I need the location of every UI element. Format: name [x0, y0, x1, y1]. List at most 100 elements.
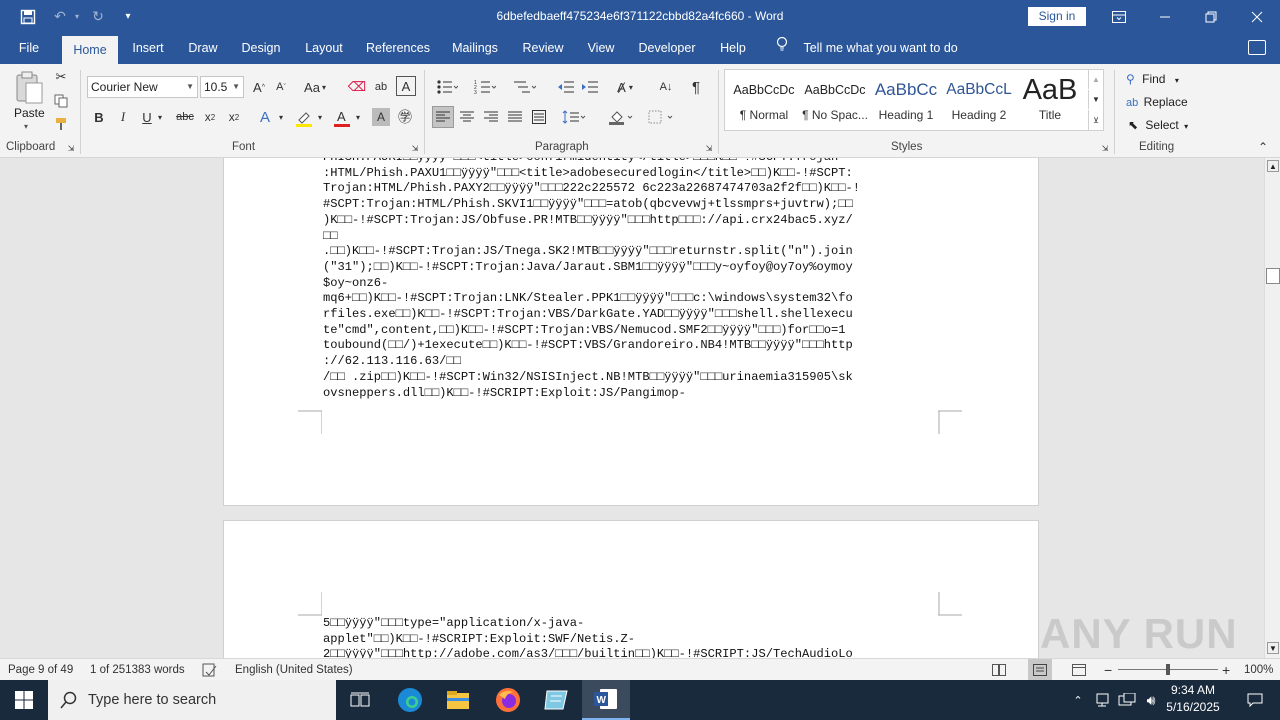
save-icon[interactable]: [12, 0, 44, 33]
page2-line[interactable]: 2□□ÿÿÿÿ"□□□http://adobe.com/as3/□□□/buil…: [323, 647, 853, 658]
bold-icon[interactable]: B: [89, 107, 109, 127]
font-color-icon[interactable]: A: [331, 107, 353, 129]
subscript-icon[interactable]: x2: [200, 107, 220, 127]
sort-icon[interactable]: A↓: [656, 76, 676, 98]
print-layout-icon[interactable]: [1028, 659, 1052, 681]
tab-design[interactable]: Design: [234, 33, 288, 64]
page-10-text[interactable]: 5□□ÿÿÿÿ"□□□type="application/x-java-appl…: [323, 616, 853, 658]
page2-line[interactable]: applet"□□)K□□-!#SCRIPT:Exploit:SWF/Netis…: [323, 632, 853, 648]
tab-home[interactable]: Home: [62, 36, 118, 64]
page1-line[interactable]: □□: [323, 229, 860, 245]
enclose-characters-icon[interactable]: ㊫: [395, 107, 415, 127]
scroll-up-arrow-icon[interactable]: ▲: [1267, 160, 1279, 172]
font-size-combo[interactable]: 10.5 ▼: [200, 76, 244, 98]
clear-formatting-icon[interactable]: ⌫: [347, 77, 367, 97]
increase-indent-icon[interactable]: [580, 76, 600, 98]
collapse-ribbon-icon[interactable]: ⌃: [1254, 140, 1272, 154]
proofing-icon[interactable]: [202, 659, 218, 681]
zoom-thumb[interactable]: [1166, 664, 1170, 675]
character-border-icon[interactable]: A: [396, 76, 416, 96]
underline-dropdown-icon[interactable]: ▾: [155, 109, 165, 125]
tab-help[interactable]: Help: [712, 33, 754, 64]
page1-line[interactable]: #SCPT:Trojan:HTML/Phish.SKVI1□□ÿÿÿÿ"□□□=…: [323, 197, 860, 213]
highlight-icon[interactable]: [293, 107, 315, 129]
shrink-font-icon[interactable]: Aˇ: [272, 77, 290, 97]
replace-button[interactable]: ab Replace: [1126, 93, 1188, 111]
zoom-in-icon[interactable]: +: [1222, 659, 1230, 681]
highlight-dropdown-icon[interactable]: ▾: [316, 109, 324, 125]
redo-icon[interactable]: ↻: [82, 0, 114, 33]
windows-start-icon[interactable]: [0, 680, 48, 720]
show-hidden-icons-icon[interactable]: ⌃: [1068, 680, 1088, 720]
line-spacing-icon[interactable]: [558, 106, 590, 128]
decrease-indent-icon[interactable]: [556, 76, 576, 98]
bullets-icon[interactable]: [432, 76, 462, 98]
tab-references[interactable]: References: [360, 33, 436, 64]
tab-draw[interactable]: Draw: [180, 33, 226, 64]
web-layout-icon[interactable]: [1070, 659, 1088, 681]
styles-scroll-up-icon[interactable]: ▲: [1088, 70, 1103, 89]
close-button[interactable]: [1234, 0, 1280, 33]
show-formatting-marks-icon[interactable]: ¶: [686, 76, 706, 98]
read-mode-icon[interactable]: [990, 659, 1008, 681]
volume-icon[interactable]: 🔊︎: [1140, 680, 1162, 720]
firefox-icon[interactable]: [484, 680, 532, 720]
page1-line[interactable]: rfiles.exe□□)K□□-!#SCPT:Trojan:VBS/DarkG…: [323, 307, 860, 323]
italic-icon[interactable]: I: [113, 107, 133, 127]
font-launcher-icon[interactable]: ⇲: [410, 142, 420, 154]
paste-icon[interactable]: [12, 70, 46, 106]
shading-icon[interactable]: [604, 106, 638, 128]
taskbar-clock[interactable]: 9:34 AM 5/16/2025: [1160, 682, 1226, 716]
justify-icon[interactable]: [504, 106, 526, 128]
zoom-slider[interactable]: [1118, 659, 1218, 681]
word-count[interactable]: 1 of 251383 words: [90, 659, 185, 681]
zoom-level[interactable]: 100%: [1244, 659, 1273, 681]
notifications-icon[interactable]: [1240, 680, 1270, 720]
style-heading-1[interactable]: AaBbCc Heading 1: [870, 72, 942, 132]
minimize-button[interactable]: [1142, 0, 1188, 33]
task-view-icon[interactable]: [336, 680, 384, 720]
restore-button[interactable]: [1188, 0, 1234, 33]
distributed-icon[interactable]: [528, 106, 550, 128]
style-title[interactable]: AaB Title: [1014, 72, 1086, 132]
paste-button[interactable]: Paste: [14, 106, 45, 120]
page1-line[interactable]: toubound(□□/)+1execute□□)K□□-!#SCPT:VBS/…: [323, 338, 860, 354]
font-color-dropdown-icon[interactable]: ▾: [354, 109, 362, 125]
format-painter-icon[interactable]: [52, 115, 70, 133]
page1-line[interactable]: )K□□-!#SCPT:Trojan:JS/Obfuse.PR!MTB□□ÿÿÿ…: [323, 213, 860, 229]
scroll-down-arrow-icon[interactable]: ▼: [1267, 642, 1279, 654]
tab-review[interactable]: Review: [514, 33, 572, 64]
edge-icon[interactable]: [386, 680, 434, 720]
page1-line[interactable]: mq6+□□)K□□-!#SCPT:Trojan:LNK/Stealer.PPK…: [323, 291, 860, 307]
copy-icon[interactable]: [52, 92, 70, 110]
comments-icon[interactable]: [1248, 40, 1266, 55]
page1-line[interactable]: te"cmd",content,□□)K□□-!#SCPT:Trojan:VBS…: [323, 323, 860, 339]
paste-dropdown-icon[interactable]: ▾: [24, 122, 28, 131]
styles-launcher-icon[interactable]: ⇲: [1100, 142, 1110, 154]
select-button[interactable]: ⬉ Select ▾: [1128, 116, 1188, 134]
text-effects-dropdown-icon[interactable]: ▾: [277, 109, 285, 125]
clipboard-launcher-icon[interactable]: ⇲: [66, 142, 76, 154]
language[interactable]: English (United States): [235, 659, 353, 681]
page1-line[interactable]: Trojan:HTML/Phish.PAXY2□□ÿÿÿÿ"□□□222c225…: [323, 181, 860, 197]
word-taskbar-icon[interactable]: W: [582, 680, 630, 720]
tab-mailings[interactable]: Mailings: [444, 33, 506, 64]
page1-line[interactable]: ("31");□□)K□□-!#SCPT:Trojan:Java/Jaraut.…: [323, 260, 860, 276]
font-name-combo[interactable]: Courier New ▼: [87, 76, 198, 98]
app-icon[interactable]: [532, 680, 580, 720]
file-explorer-icon[interactable]: [434, 680, 482, 720]
customize-qat-icon[interactable]: ▾: [112, 0, 144, 33]
text-effects-icon[interactable]: A: [255, 107, 275, 127]
paragraph-launcher-icon[interactable]: ⇲: [704, 142, 714, 154]
page1-line[interactable]: :HTML/Phish.PAXU1□□ÿÿÿÿ"□□□<title>adobes…: [323, 166, 860, 182]
taskbar-search-box[interactable]: Type here to search: [48, 680, 336, 720]
tab-insert[interactable]: Insert: [124, 33, 172, 64]
change-case-icon[interactable]: Aa ▾: [300, 77, 330, 97]
find-button[interactable]: ⚲ Find ▾: [1126, 70, 1179, 88]
styles-more-icon[interactable]: ⊻: [1088, 110, 1103, 130]
page1-line[interactable]: ://62.113.116.63/□□: [323, 354, 860, 370]
page-count[interactable]: Page 9 of 49: [8, 659, 73, 681]
asian-layout-icon[interactable]: Ⱥ ▾: [610, 76, 640, 98]
align-center-icon[interactable]: [456, 106, 478, 128]
tab-layout[interactable]: Layout: [296, 33, 352, 64]
